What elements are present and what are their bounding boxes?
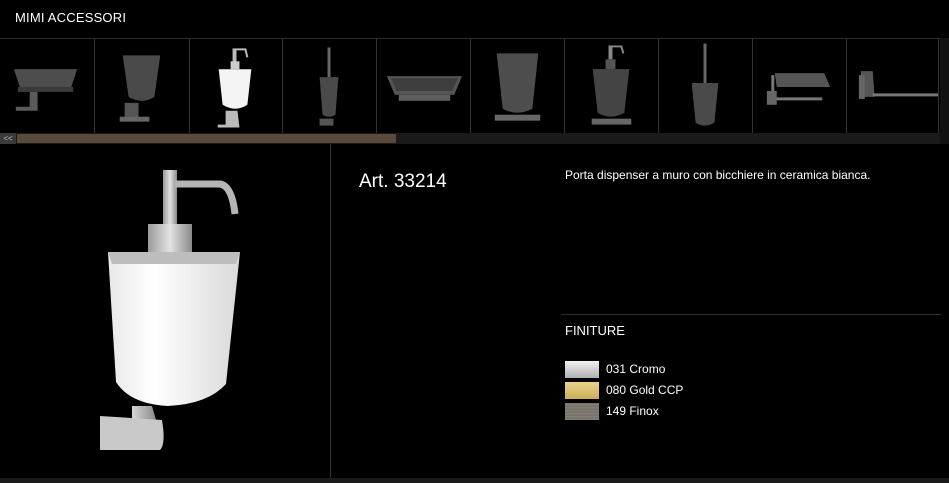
thumbnail-towel-holder[interactable] xyxy=(847,39,939,134)
thumbnail-scrollbar[interactable]: << xyxy=(0,133,949,144)
thumbnail-toilet-brush[interactable] xyxy=(283,39,377,134)
thumbnail-tumbler-standing[interactable] xyxy=(471,39,565,134)
finish-swatch-cromo xyxy=(565,360,599,378)
finish-label: 080 Gold CCP xyxy=(606,383,684,397)
finish-label: 149 Finox xyxy=(606,404,659,418)
product-detail: Art. 33214 Porta dispenser a muro con bi… xyxy=(0,144,949,483)
collection-title: MIMI ACCESSORI xyxy=(15,10,127,25)
toilet-brush-icon xyxy=(691,43,719,126)
towel-holder-icon xyxy=(858,71,938,99)
product-image xyxy=(0,144,331,483)
soap-dispenser-image xyxy=(100,170,240,450)
finish-option-gold[interactable]: 080 Gold CCP xyxy=(565,381,683,399)
scrollbar-thumb[interactable] xyxy=(17,134,396,143)
dispenser-icon xyxy=(217,48,252,128)
thumbnail-strip[interactable] xyxy=(0,38,949,134)
tumbler-icon xyxy=(494,53,541,121)
finish-label: 031 Cromo xyxy=(606,362,666,376)
finish-option-finox[interactable]: 149 Finox xyxy=(565,402,659,420)
tumbler-icon xyxy=(119,55,161,122)
roll-holder-icon xyxy=(766,73,831,105)
thumbnail-soap-dispenser-standing[interactable] xyxy=(565,39,659,134)
finishes-divider xyxy=(561,314,941,315)
dispenser-icon xyxy=(591,45,632,125)
finish-swatch-gold xyxy=(565,381,599,399)
finish-swatch-finox xyxy=(565,402,599,420)
toilet-brush-icon xyxy=(319,47,339,126)
header-bar: MIMI ACCESSORI xyxy=(0,0,949,38)
bottom-border xyxy=(0,478,949,483)
product-description: Porta dispenser a muro con bicchiere in … xyxy=(565,168,871,182)
thumbnail-soap-dispenser-white[interactable] xyxy=(190,39,283,134)
thumbnail-soap-dish[interactable] xyxy=(0,39,95,134)
thumbnail-soap-dish-standing[interactable] xyxy=(377,39,471,134)
scroll-left-button[interactable]: << xyxy=(0,133,16,144)
article-code: Art. 33214 xyxy=(359,171,447,192)
thumbnail-tumbler-holder[interactable] xyxy=(95,39,190,134)
soap-dish-icon xyxy=(386,76,463,101)
thumbnail-toilet-brush-standing[interactable] xyxy=(659,39,753,134)
finishes-title: FINITURE xyxy=(565,323,625,338)
finish-option-cromo[interactable]: 031 Cromo xyxy=(565,360,665,378)
thumbnail-toilet-roll-holder[interactable] xyxy=(753,39,847,134)
soap-dish-icon xyxy=(13,69,78,111)
